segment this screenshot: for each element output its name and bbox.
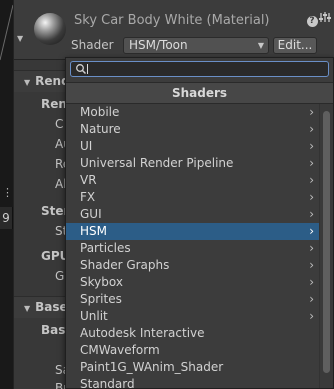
preset-settings-icon[interactable] — [318, 11, 332, 27]
shader-menu-item-label: Autodesk Interactive — [80, 326, 205, 340]
edit-shader-button[interactable]: Edit... — [273, 37, 317, 54]
shader-menu-item-label: HSM — [80, 224, 107, 238]
text-cursor — [87, 64, 88, 74]
shader-menu-item-label: GUI — [80, 207, 102, 221]
search-icon — [76, 64, 87, 75]
shader-menu-item[interactable]: FX › — [66, 189, 319, 206]
material-title: Sky Car Body White (Material) — [74, 13, 270, 28]
shader-menu-item-label: Unlit — [80, 309, 108, 323]
shader-menu-item[interactable]: Autodesk Interactive — [66, 325, 319, 342]
bg-row-9: G — [55, 269, 65, 283]
shader-menu-item-label: CMWaveform — [80, 343, 160, 357]
shader-menu-item[interactable]: Standard — [66, 376, 319, 389]
chevron-right-icon: › — [309, 122, 314, 136]
shader-menu-item-label: Universal Render Pipeline — [80, 156, 234, 170]
shader-menu-item-label: FX — [80, 190, 96, 204]
shader-label: Shader — [71, 38, 114, 52]
shader-dropdown-value: HSM/Toon — [129, 38, 188, 52]
popup-scrollbar[interactable] — [319, 104, 333, 388]
popup-title: Shaders — [66, 82, 333, 104]
shader-menu-item[interactable]: Paint1G_WAnim_Shader — [66, 359, 319, 376]
more-dots-icon[interactable]: ⋮ — [2, 187, 13, 198]
chevron-right-icon: › — [309, 173, 314, 187]
shader-popup: Shaders Mobile › Nature › UI › Universal Rende… — [65, 57, 334, 389]
shader-list: Mobile › Nature › UI › Universal Render Pipeli… — [66, 104, 319, 388]
shader-menu-item-label: UI — [80, 139, 93, 153]
shader-menu-item[interactable]: Nature › — [66, 121, 319, 138]
shader-menu-item-label: Standard — [80, 377, 135, 389]
chevron-right-icon: › — [309, 156, 314, 170]
scroll-thumb[interactable] — [323, 111, 330, 373]
chevron-right-icon: › — [309, 258, 314, 272]
shader-menu-item[interactable]: HSM › — [66, 223, 319, 240]
shader-menu-item-label: Nature — [80, 122, 121, 136]
shader-menu-item[interactable]: Sprites › — [66, 291, 319, 308]
shader-menu-item[interactable]: Unlit › — [66, 308, 319, 325]
shader-menu-item[interactable]: UI › — [66, 138, 319, 155]
chevron-right-icon: › — [309, 292, 314, 306]
help-icon[interactable]: ? — [305, 11, 319, 27]
shader-menu-item[interactable]: Universal Render Pipeline › — [66, 155, 319, 172]
left-panel-strip: ⋮ 9 — [0, 0, 13, 389]
bg-row-0: ▼ Rend — [24, 74, 70, 88]
shader-menu-item[interactable]: Skybox › — [66, 274, 319, 291]
shader-menu-item-label: Mobile — [80, 105, 120, 119]
shader-menu-item[interactable]: CMWaveform — [66, 342, 319, 359]
shader-dropdown[interactable]: HSM/Toon ▼ — [123, 37, 269, 54]
shader-menu-item[interactable]: VR › — [66, 172, 319, 189]
bg-row-2: C — [55, 117, 64, 131]
chevron-right-icon: › — [309, 309, 314, 323]
shader-menu-item[interactable]: Shader Graphs › — [66, 257, 319, 274]
chevron-right-icon: › — [309, 241, 314, 255]
material-inspector: ▼ Rend Rend C Au Re Al Ster St GPU G ▼ Bas… — [13, 0, 334, 389]
shader-menu-item-label: VR — [80, 173, 97, 187]
chevron-right-icon: › — [309, 275, 314, 289]
chevron-right-icon: › — [309, 224, 314, 238]
shader-menu-item[interactable]: Mobile › — [66, 104, 319, 121]
search-input[interactable] — [70, 61, 329, 77]
shader-menu-item-label: Skybox — [80, 275, 123, 289]
chevron-right-icon: › — [309, 105, 314, 119]
shader-menu-item-label: Shader Graphs — [80, 258, 170, 272]
chevron-down-icon: ▼ — [257, 41, 264, 50]
left-number-field[interactable]: 9 — [0, 207, 13, 229]
bg-row-10: ▼ Base — [24, 300, 68, 314]
inspector-header: ▼ Sky Car Body White (Material) ? ⋮ Shad… — [14, 0, 334, 60]
chevron-right-icon: › — [309, 190, 314, 204]
foldout-arrow-icon[interactable]: ▼ — [24, 304, 30, 313]
chevron-right-icon: › — [309, 139, 314, 153]
shader-menu-item[interactable]: Particles › — [66, 240, 319, 257]
shader-menu-item-label: Paint1G_WAnim_Shader — [80, 360, 224, 374]
material-preview-icon — [34, 13, 66, 45]
foldout-arrow-icon[interactable]: ▼ — [24, 78, 30, 87]
shader-menu-item[interactable]: GUI › — [66, 206, 319, 223]
shader-menu-item-label: Particles — [80, 241, 131, 255]
chevron-right-icon: › — [309, 207, 314, 221]
header-foldout-icon[interactable]: ▼ — [17, 34, 23, 43]
shader-menu-item-label: Sprites — [80, 292, 122, 306]
